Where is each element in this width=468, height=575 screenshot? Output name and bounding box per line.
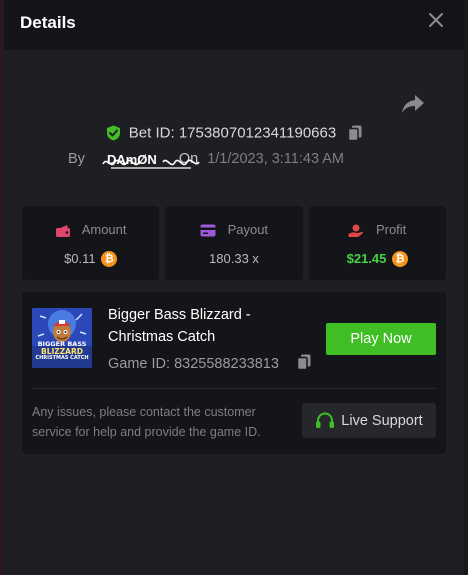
username[interactable]: DAmØN [102, 151, 200, 169]
details-modal: Details Bet ID: 1753807012341190663 By D… [4, 0, 464, 575]
game-thumbnail-title: BIGGER BASS BLIZZARD CHRISTMAS CATCH [35, 340, 89, 362]
modal-header: Details [4, 0, 464, 50]
share-icon[interactable] [401, 94, 425, 114]
divider [32, 388, 436, 389]
game-id-row: Game ID: 8325588233813 [108, 354, 311, 372]
amount-value: $0.11 [64, 251, 96, 267]
card-icon [200, 224, 216, 237]
bitcoin-icon: ₿ [392, 250, 409, 267]
wallet-icon [55, 224, 70, 237]
close-icon[interactable] [428, 12, 444, 28]
game-name: Bigger Bass Blizzard - Christmas Catch [108, 307, 251, 345]
verified-shield-icon [106, 125, 120, 141]
play-now-button[interactable]: Play Now [326, 323, 436, 355]
amount-label: Amount [81, 222, 127, 237]
game-card: BIGGER BASS BLIZZARD CHRISTMAS CATCH Big… [22, 292, 446, 454]
game-id-label: Game ID: [108, 356, 171, 372]
copy-game-id-icon[interactable] [296, 354, 311, 370]
by-label: By [68, 151, 85, 168]
hand-coin-icon [348, 224, 364, 237]
bet-id-label: Bet ID: [128, 124, 175, 142]
live-support-button[interactable]: Live Support [302, 403, 436, 438]
payout-label: Payout [227, 222, 269, 237]
backdrop-right [464, 0, 468, 575]
bet-datetime: 1/1/2023, 3:11:43 AM [207, 151, 344, 168]
stat-amount: Amount $0.11 ₿ [22, 206, 160, 280]
modal-title: Details [20, 13, 76, 32]
live-support-label: Live Support [341, 412, 423, 429]
payout-value: 180.33 x [209, 251, 259, 267]
stats-row: Amount $0.11 ₿ Payout 180.33 x Profit $2… [22, 206, 446, 280]
bet-id-row: Bet ID: 1753807012341190663 [4, 124, 464, 142]
bet-byline: By DAmØN On 1/1/2023, 3:11:43 AM [68, 151, 344, 169]
bet-id-value: 1753807012341190663 [178, 124, 337, 142]
username-scribble [102, 159, 200, 169]
support-message: Any issues, please contact the customer … [32, 405, 261, 439]
game-id-value: 8325588233813 [174, 356, 279, 372]
stat-profit: Profit $21.45 ₿ [308, 206, 446, 280]
headset-icon [316, 411, 335, 428]
profit-label: Profit [375, 222, 407, 237]
game-thumbnail[interactable]: BIGGER BASS BLIZZARD CHRISTMAS CATCH [32, 308, 92, 368]
bitcoin-icon: ₿ [101, 250, 118, 267]
stat-payout: Payout 180.33 x [165, 206, 303, 280]
profit-value: $21.45 [346, 251, 387, 267]
copy-bet-id-icon[interactable] [348, 125, 362, 142]
